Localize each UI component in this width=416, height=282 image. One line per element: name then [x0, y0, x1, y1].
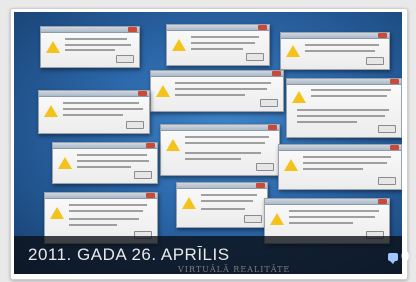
- close-icon: [256, 183, 265, 188]
- close-icon: [258, 25, 267, 30]
- close-icon: [146, 143, 155, 148]
- error-dialog: [160, 124, 280, 176]
- ok-button: [260, 99, 278, 107]
- warning-triangle-icon: [270, 213, 284, 225]
- error-dialog: [280, 32, 390, 70]
- warning-triangle-icon: [156, 85, 170, 97]
- close-icon: [146, 193, 155, 198]
- ok-button: [116, 55, 134, 63]
- warning-triangle-icon: [50, 207, 64, 219]
- close-icon: [138, 91, 147, 96]
- ok-button: [256, 163, 274, 171]
- close-icon: [268, 125, 277, 130]
- error-dialog: [40, 26, 140, 68]
- error-dialog: [52, 142, 158, 184]
- warning-triangle-icon: [58, 157, 72, 169]
- close-icon: [390, 145, 399, 150]
- error-dialog: [286, 78, 402, 138]
- comment-count-link[interactable]: 0: [388, 248, 409, 265]
- error-dialog: [176, 182, 268, 228]
- ok-button: [378, 125, 396, 133]
- warning-triangle-icon: [284, 159, 298, 171]
- warning-triangle-icon: [292, 91, 306, 103]
- ok-button: [378, 177, 396, 185]
- close-icon: [390, 79, 399, 84]
- close-icon: [378, 199, 387, 204]
- warning-triangle-icon: [172, 39, 186, 51]
- speech-bubble-icon: [388, 252, 398, 264]
- ok-button: [246, 53, 264, 61]
- warning-triangle-icon: [286, 45, 300, 57]
- warning-triangle-icon: [44, 105, 58, 117]
- error-dialog: [150, 70, 284, 112]
- ok-button: [134, 171, 152, 179]
- warning-triangle-icon: [182, 197, 196, 209]
- ok-button: [126, 121, 144, 129]
- error-dialog: [166, 24, 270, 66]
- warning-triangle-icon: [166, 139, 180, 151]
- comment-count: 0: [401, 248, 410, 265]
- error-dialog: [38, 90, 150, 134]
- warning-triangle-icon: [46, 41, 60, 53]
- post-thumbnail[interactable]: [14, 12, 402, 274]
- ok-button: [366, 57, 384, 65]
- close-icon: [128, 27, 137, 32]
- close-icon: [272, 71, 281, 76]
- ok-button: [244, 215, 262, 223]
- post-date: 2011. GADA 26. APRĪLIS: [28, 245, 230, 264]
- close-icon: [378, 33, 387, 38]
- magazine-watermark: VIRTUĀLĀ REALITĀTE: [178, 265, 291, 274]
- error-dialog: [278, 144, 402, 190]
